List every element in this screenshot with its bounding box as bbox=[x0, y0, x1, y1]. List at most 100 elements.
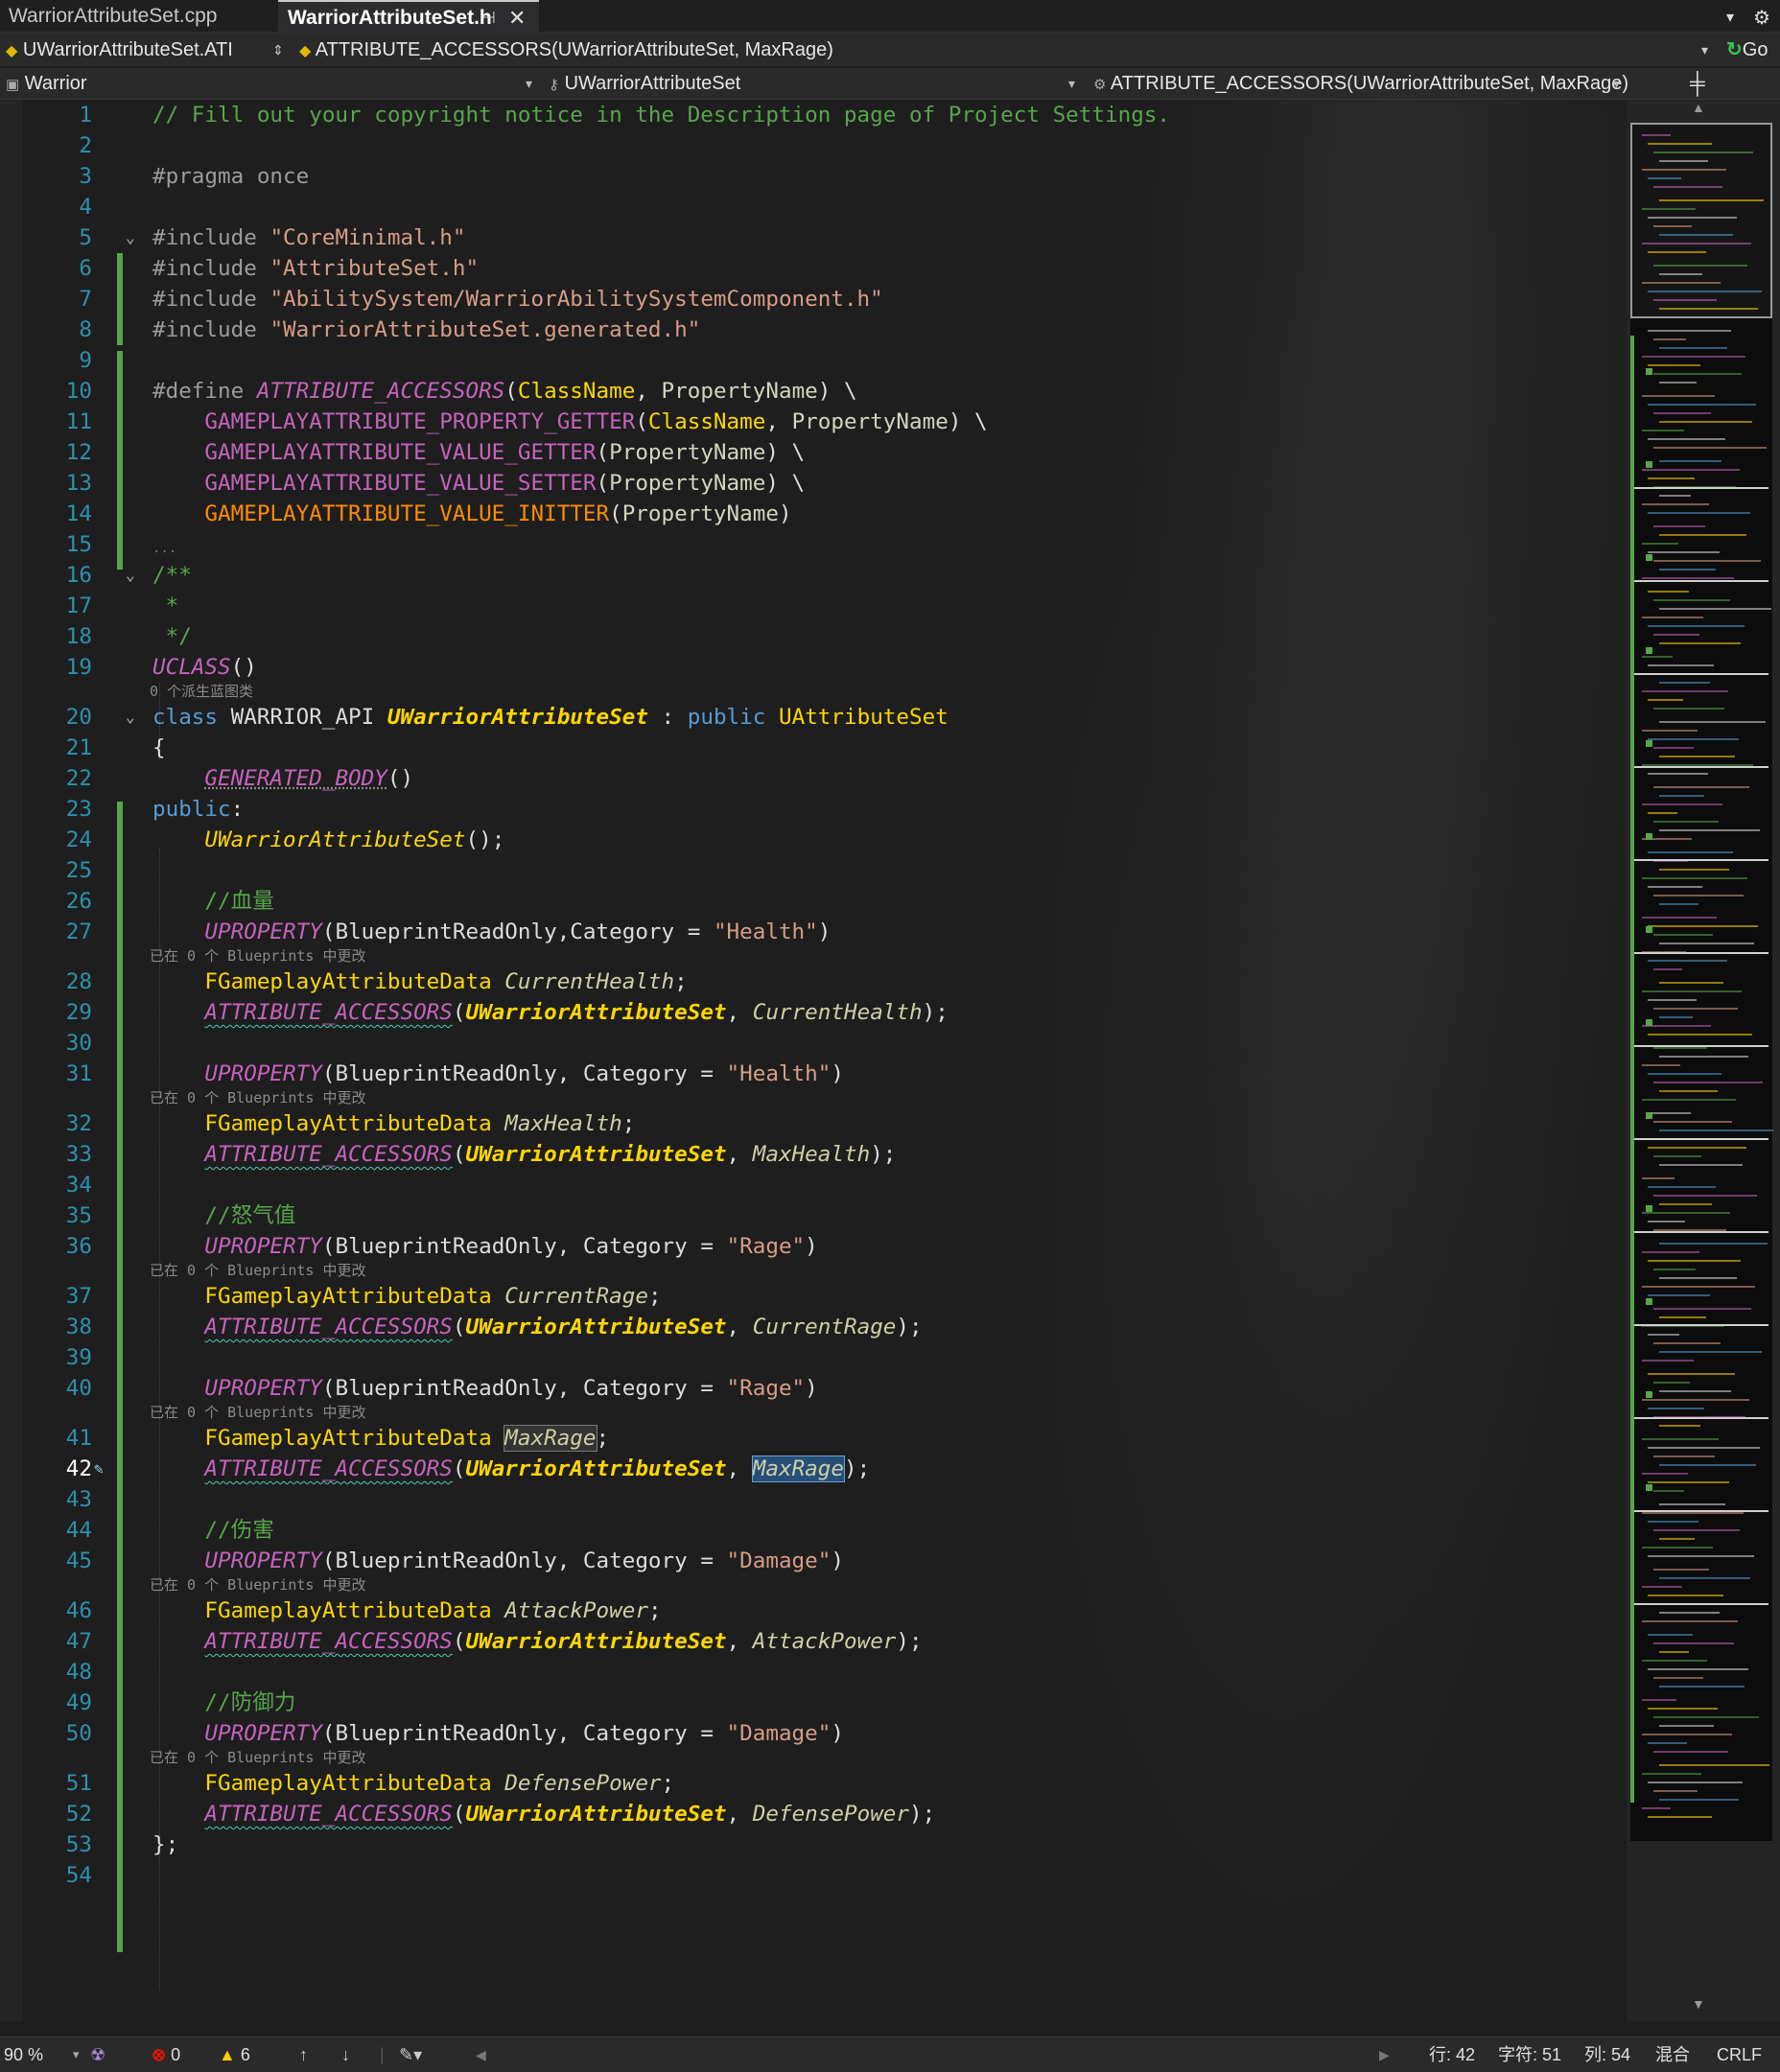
line-ending-indicator[interactable]: CRLF bbox=[1717, 2037, 1762, 2072]
minimap-line bbox=[1648, 1595, 1723, 1596]
code-editor[interactable]: 1// Fill out your copyright notice in th… bbox=[0, 100, 1627, 2021]
tab-warriorattributeset-h[interactable]: WarriorAttributeSet.h ⊣ ✕ bbox=[278, 0, 539, 32]
minimap-line bbox=[1648, 886, 1702, 888]
minimap-line bbox=[1653, 1569, 1709, 1571]
gear-icon[interactable]: ⚙ bbox=[1753, 0, 1770, 36]
code-line: 14 GAMEPLAYATTRIBUTE_VALUE_INITTER(Prope… bbox=[0, 499, 1627, 529]
quick-action-brush-icon[interactable]: ✎ bbox=[94, 1454, 104, 1484]
close-icon[interactable]: ✕ bbox=[508, 2, 526, 35]
line-number: 29 bbox=[65, 1000, 92, 1025]
error-count[interactable]: ⊗ 0 bbox=[152, 2037, 180, 2072]
fold-toggle-icon[interactable]: ⌄ bbox=[126, 222, 135, 253]
minimap-line bbox=[1659, 1243, 1768, 1245]
line-number: 54 bbox=[65, 1863, 92, 1888]
minimap-line bbox=[1648, 477, 1695, 479]
minimap-line bbox=[1648, 812, 1677, 814]
scroll-left-arrow-icon[interactable]: ◀ bbox=[476, 2037, 486, 2072]
copilot-icon[interactable]: ☢ bbox=[90, 2037, 105, 2072]
code-line: 19 UCLASS() bbox=[0, 652, 1627, 683]
minimap-line bbox=[1642, 503, 1709, 505]
project-dropdown[interactable]: ▣ Warrior bbox=[6, 68, 524, 101]
chevron-down-icon[interactable]: ▾ bbox=[73, 2037, 80, 2072]
split-window-icon[interactable]: ╪ bbox=[1690, 68, 1705, 99]
whitespace-mode-indicator[interactable]: 混合 bbox=[1655, 2037, 1690, 2072]
minimap-line bbox=[1642, 1251, 1699, 1253]
tab-warriorattributeset-cpp[interactable]: WarriorAttributeSet.cpp bbox=[0, 0, 281, 32]
minimap-line bbox=[1648, 364, 1700, 366]
code-line: 44 //伤害 bbox=[0, 1515, 1627, 1546]
chevron-updown-icon[interactable]: ⇕ bbox=[272, 34, 284, 66]
minimap-line bbox=[1659, 421, 1752, 423]
minimap-marker bbox=[1634, 1138, 1768, 1140]
code-line: 38 ATTRIBUTE_ACCESSORS(UWarriorAttribute… bbox=[0, 1312, 1627, 1342]
minimap-line bbox=[1659, 1351, 1762, 1353]
codelens-hint[interactable]: 已在 0 个 Blueprints 中更改 bbox=[150, 1747, 365, 1768]
minimap-line bbox=[1648, 1112, 1691, 1114]
column-indicator[interactable]: 列: 54 bbox=[1584, 2037, 1630, 2072]
minimap-line bbox=[1653, 1121, 1732, 1123]
minimap-line bbox=[1642, 1773, 1701, 1775]
minimap-line bbox=[1653, 338, 1686, 340]
chevron-down-icon[interactable]: ▾ bbox=[526, 68, 532, 99]
codelens-hint[interactable]: 0 个派生蓝图类 bbox=[150, 681, 253, 702]
member-dropdown-secondary[interactable]: ⚙ ATTRIBUTE_ACCESSORS(UWarriorAttributeS… bbox=[1093, 68, 1628, 101]
go-label: Go bbox=[1742, 39, 1768, 60]
go-arrow-icon: ↻ bbox=[1726, 39, 1743, 60]
pin-icon[interactable]: ⊣ bbox=[481, 2, 496, 35]
code-line: 20 ⌄ class WARRIOR_API UWarriorAttributeSe… bbox=[0, 702, 1627, 733]
line-number: 39 bbox=[65, 1345, 92, 1370]
fold-toggle-icon[interactable]: ⌄ bbox=[126, 560, 135, 591]
code-line: 46 FGameplayAttributeData AttackPower; bbox=[0, 1595, 1627, 1626]
minimap-marker bbox=[1634, 859, 1768, 861]
line-number: 32 bbox=[65, 1111, 92, 1136]
chevron-down-icon[interactable]: ▾ bbox=[1701, 34, 1708, 66]
codelens-hint[interactable]: 已在 0 个 Blueprints 中更改 bbox=[150, 1574, 365, 1595]
minimap-line bbox=[1653, 934, 1713, 936]
line-number: 4 bbox=[79, 195, 92, 220]
codelens-hint[interactable]: 已在 0 个 Blueprints 中更改 bbox=[150, 1260, 365, 1281]
minimap-viewport-thumb[interactable] bbox=[1630, 123, 1772, 318]
minimap-line bbox=[1642, 577, 1734, 579]
chevron-down-icon[interactable]: ▾ bbox=[1068, 68, 1075, 99]
minimap-line bbox=[1642, 1099, 1736, 1101]
minimap-line bbox=[1648, 625, 1745, 627]
chevron-down-icon[interactable]: ▾ bbox=[1613, 68, 1620, 99]
line-number: 22 bbox=[65, 766, 92, 791]
line-indicator[interactable]: 行: 42 bbox=[1429, 2037, 1475, 2072]
previous-issue-arrow-icon[interactable]: ↑ bbox=[299, 2037, 308, 2072]
code-line: 12 GAMEPLAYATTRIBUTE_VALUE_GETTER(Proper… bbox=[0, 437, 1627, 468]
scroll-up-arrow-icon[interactable]: ▲ bbox=[1692, 100, 1705, 115]
class-dropdown[interactable]: ⚷ UWarriorAttributeSet bbox=[549, 68, 1066, 101]
go-button[interactable]: ↻Go bbox=[1726, 34, 1768, 66]
minimap-line bbox=[1653, 1529, 1740, 1531]
codelens-hint[interactable]: 已在 0 个 Blueprints 中更改 bbox=[150, 1402, 365, 1423]
scope-dropdown[interactable]: ◆ UWarriorAttributeSet.ATI bbox=[6, 34, 293, 68]
minimap-line bbox=[1653, 786, 1749, 788]
scroll-right-arrow-icon[interactable]: ▶ bbox=[1379, 2037, 1390, 2072]
warning-count[interactable]: ▲ 6 bbox=[219, 2037, 250, 2072]
member-dropdown[interactable]: ◆ ATTRIBUTE_ACCESSORS(UWarriorAttributeS… bbox=[299, 34, 1719, 68]
scroll-down-arrow-icon[interactable]: ▼ bbox=[1692, 1996, 1705, 2012]
minimap-line bbox=[1642, 356, 1745, 358]
char-indicator[interactable]: 字符: 51 bbox=[1498, 2037, 1561, 2072]
line-number: 53 bbox=[65, 1832, 92, 1857]
code-line: 21{ bbox=[0, 733, 1627, 763]
minimap-line bbox=[1642, 1734, 1732, 1735]
minimap-line bbox=[1648, 1668, 1748, 1670]
code-line: 29 ATTRIBUTE_ACCESSORS(UWarriorAttribute… bbox=[0, 997, 1627, 1028]
minimap-line bbox=[1659, 1390, 1731, 1392]
codelens-hint[interactable]: 已在 0 个 Blueprints 中更改 bbox=[150, 945, 365, 966]
minimap-line bbox=[1648, 664, 1714, 666]
next-issue-arrow-icon[interactable]: ↓ bbox=[341, 2037, 350, 2072]
chevron-down-icon[interactable]: ▾ bbox=[1726, 0, 1734, 36]
zoom-level[interactable]: 90 % bbox=[4, 2037, 43, 2072]
minimap-line bbox=[1653, 1642, 1734, 1644]
minimap-line bbox=[1659, 1464, 1756, 1466]
fold-toggle-icon[interactable]: ⌄ bbox=[126, 702, 135, 733]
code-line: 18 */ bbox=[0, 621, 1627, 652]
minimap-line bbox=[1659, 1016, 1693, 1018]
minimap-marker bbox=[1634, 1603, 1768, 1605]
line-number: 15 bbox=[65, 532, 92, 557]
codelens-hint[interactable]: 已在 0 个 Blueprints 中更改 bbox=[150, 1087, 365, 1108]
code-cleanup-brush-icon[interactable]: ✎▾ bbox=[399, 2037, 422, 2072]
